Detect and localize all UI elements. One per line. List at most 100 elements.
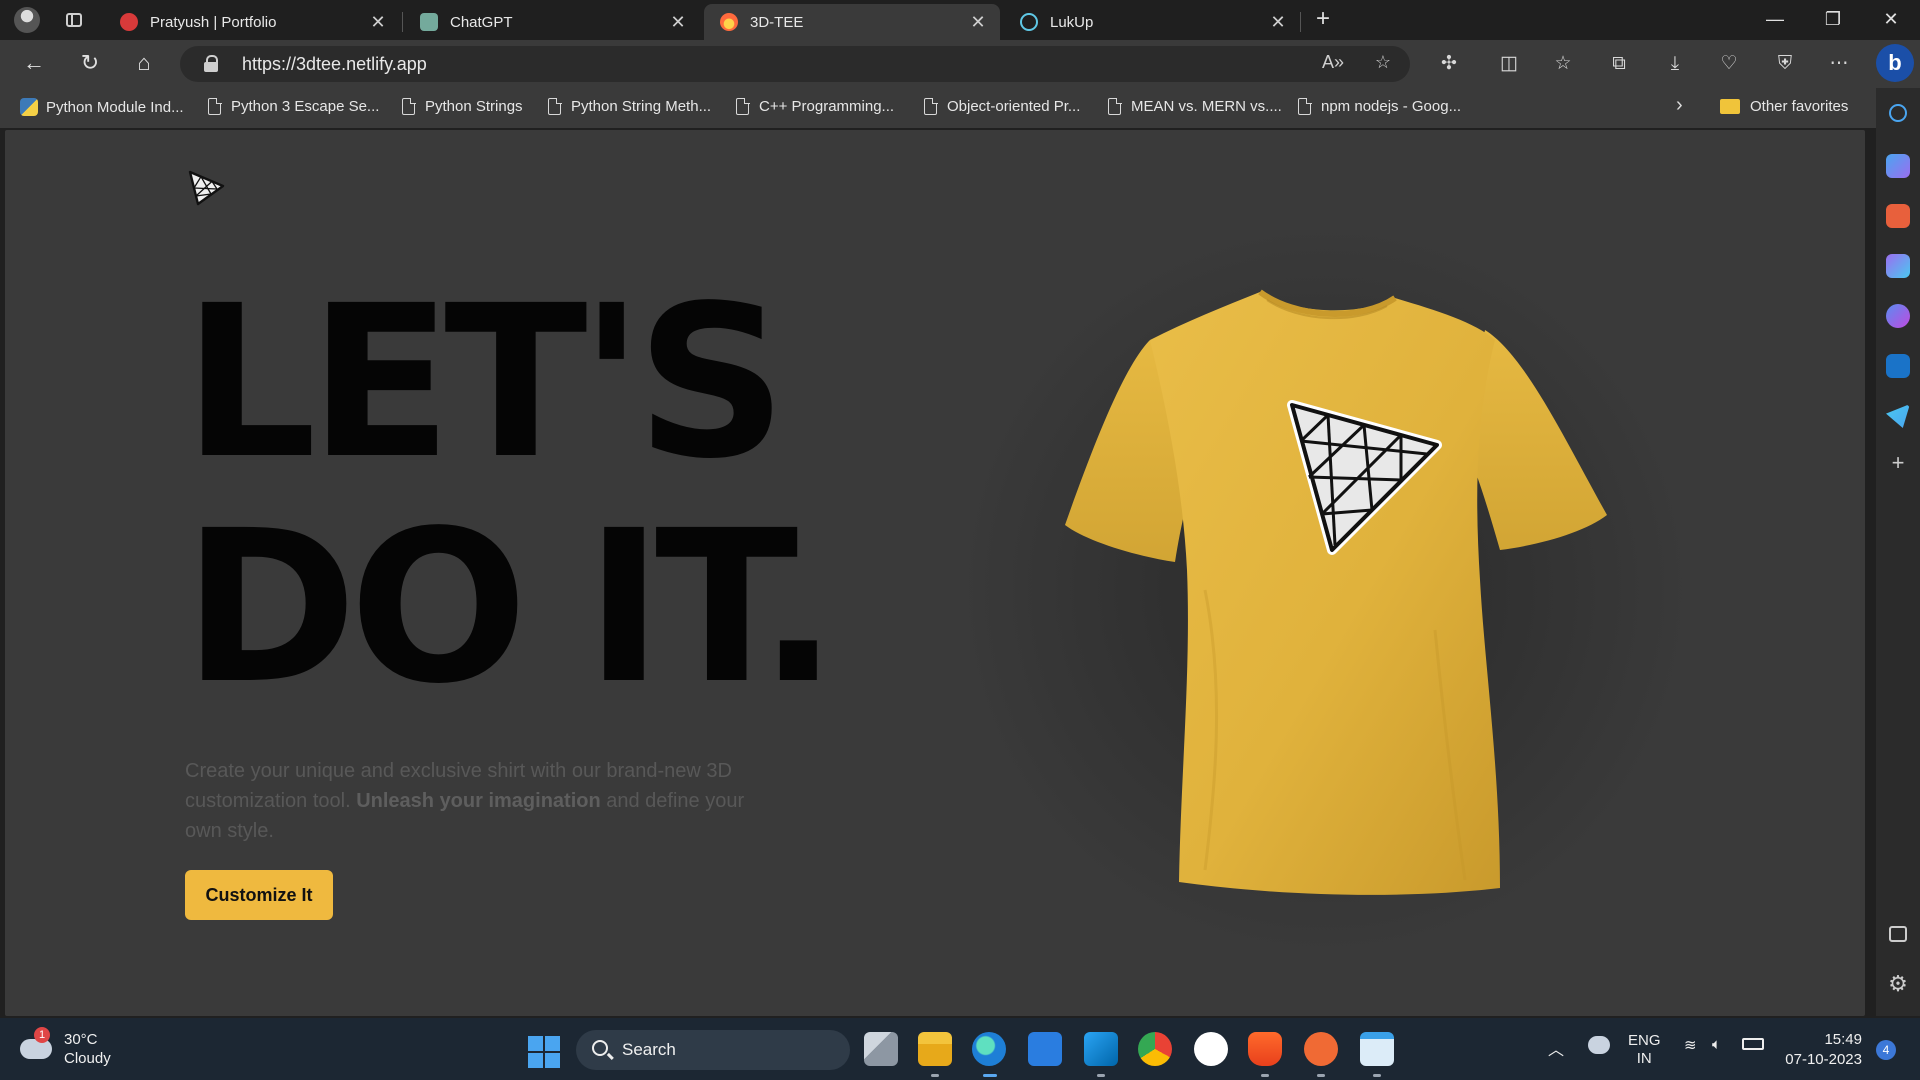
restore-button[interactable]: ❐ <box>1810 0 1856 40</box>
favorite-label: MEAN vs. MERN vs.... <box>1131 98 1282 115</box>
wifi-icon[interactable]: ≋ <box>1684 1036 1697 1054</box>
favorite-link[interactable]: Object-oriented Pr... <box>924 97 1081 115</box>
split-screen-icon[interactable]: ◫ <box>1494 50 1524 78</box>
minimize-button[interactable]: — <box>1752 0 1798 40</box>
favorite-label: Python String Meth... <box>571 98 712 115</box>
cloudy-weather-icon: 1 <box>20 1027 52 1059</box>
close-tab-icon[interactable]: ✕ <box>668 12 688 33</box>
close-tab-icon[interactable]: ✕ <box>368 12 388 33</box>
tools-icon[interactable] <box>1886 204 1910 228</box>
home-button[interactable]: ⌂ <box>126 48 162 80</box>
battery-icon[interactable] <box>1742 1038 1764 1050</box>
chatgpt-favicon-icon <box>420 13 438 31</box>
other-favorites-folder[interactable]: Other favorites <box>1720 98 1848 115</box>
portfolio-favicon-icon <box>120 13 138 31</box>
more-options-icon[interactable]: ⋯ <box>1824 50 1854 78</box>
settings-gear-icon[interactable]: ⚙ <box>1886 972 1910 996</box>
page-icon <box>1298 97 1312 115</box>
extensions-icon[interactable]: ✣ <box>1434 50 1464 78</box>
page-icon <box>208 97 222 115</box>
favorites-icon[interactable]: ☆ <box>1548 50 1578 78</box>
folder-icon <box>1720 99 1740 114</box>
favorite-link[interactable]: Python Strings <box>402 97 523 115</box>
browser-essentials-icon[interactable]: ⛨ <box>1770 50 1800 78</box>
tab-lukup[interactable]: LukUp ✕ <box>1004 4 1300 40</box>
profile-button[interactable] <box>10 4 44 36</box>
task-view-icon[interactable] <box>864 1032 898 1066</box>
url-text[interactable]: https://3dtee.netlify.app <box>242 54 427 75</box>
notepad-icon[interactable] <box>1360 1032 1394 1066</box>
weather-condition: Cloudy <box>64 1050 111 1067</box>
more-favorites-chevron-icon[interactable]: › <box>1676 94 1683 117</box>
favorite-label: Python 3 Escape Se... <box>231 98 380 115</box>
tab-chatgpt[interactable]: ChatGPT ✕ <box>404 4 700 40</box>
lock-icon[interactable] <box>204 55 218 73</box>
clock[interactable]: 15:49 07-10-2023 <box>1782 1030 1862 1070</box>
file-explorer-icon[interactable] <box>918 1032 952 1066</box>
mail-icon[interactable] <box>1028 1032 1062 1066</box>
drop-icon[interactable] <box>1886 404 1910 428</box>
add-sidebar-app-icon[interactable]: + <box>1886 452 1910 476</box>
performance-icon[interactable]: ♡ <box>1714 50 1744 78</box>
back-button[interactable]: ← <box>16 48 52 80</box>
brave-browser-icon[interactable] <box>1248 1032 1282 1066</box>
vs-code-icon[interactable] <box>1084 1032 1118 1066</box>
tab-title: Pratyush | Portfolio <box>150 13 277 31</box>
python-icon <box>20 98 38 116</box>
edge-browser-icon[interactable] <box>972 1032 1006 1066</box>
running-indicator <box>1097 1074 1105 1077</box>
tshirt-3d-model[interactable] <box>1055 270 1615 900</box>
search-label: Search <box>622 1040 676 1059</box>
start-button[interactable] <box>528 1036 560 1068</box>
close-tab-icon[interactable]: ✕ <box>1268 12 1288 33</box>
region-code: IN <box>1636 1050 1652 1067</box>
games-icon[interactable] <box>1886 254 1910 278</box>
favorite-star-icon[interactable]: ☆ <box>1370 52 1396 76</box>
taskbar-search[interactable]: Search <box>576 1030 850 1070</box>
react-favicon-icon <box>1020 13 1038 31</box>
onedrive-error-icon[interactable] <box>1588 1036 1610 1054</box>
new-tab-button[interactable]: + <box>1308 6 1338 34</box>
customize-it-button[interactable]: Customize It <box>185 870 333 920</box>
notification-badge[interactable]: 4 <box>1876 1040 1896 1060</box>
hide-sidebar-icon[interactable] <box>1889 926 1907 942</box>
tab-actions-button[interactable] <box>60 8 88 32</box>
headline-line-1: LET'S <box>183 260 787 505</box>
favorite-link[interactable]: C++ Programming... <box>736 97 894 115</box>
show-hidden-icons-chevron-icon[interactable]: ︿ <box>1548 1036 1564 1060</box>
other-favorites-label: Other favorites <box>1750 98 1849 115</box>
volume-icon[interactable]: 🔈︎ <box>1712 1036 1721 1053</box>
refresh-button[interactable]: ↻ <box>72 48 108 80</box>
running-indicator <box>1261 1074 1269 1077</box>
whatsapp-icon[interactable] <box>1194 1032 1228 1066</box>
hero-headline: LET'S DO IT. <box>183 260 838 720</box>
address-bar[interactable]: https://3dtee.netlify.app A» ☆ <box>180 46 1410 82</box>
favorite-link[interactable]: Python String Meth... <box>548 97 712 115</box>
weather-widget[interactable]: 1 30°C Cloudy <box>20 1027 111 1068</box>
collections-icon[interactable]: ⧉ <box>1604 50 1634 78</box>
close-window-button[interactable]: ✕ <box>1868 0 1914 40</box>
downloads-icon[interactable]: ⤓ <box>1660 50 1690 78</box>
bing-copilot-icon[interactable]: b <box>1876 44 1914 82</box>
3dtee-logo-icon <box>188 170 225 206</box>
tab-portfolio[interactable]: Pratyush | Portfolio ✕ <box>104 4 400 40</box>
close-tab-icon[interactable]: ✕ <box>968 12 988 33</box>
shopping-icon[interactable] <box>1886 154 1910 178</box>
search-icon[interactable] <box>1889 104 1907 122</box>
tab-3d-tee[interactable]: 3D-TEE ✕ <box>704 4 1000 40</box>
edge-sidebar: + ⚙ <box>1876 88 1920 1016</box>
page-icon <box>924 97 938 115</box>
tab-strip: Pratyush | Portfolio ✕ ChatGPT ✕ 3D-TEE … <box>0 0 1920 40</box>
tab-title: ChatGPT <box>450 13 513 31</box>
outlook-icon[interactable] <box>1886 354 1910 378</box>
favorite-label: Object-oriented Pr... <box>947 98 1081 115</box>
chrome-icon[interactable] <box>1138 1032 1172 1066</box>
favorite-link[interactable]: Python Module Ind... <box>20 98 184 116</box>
postman-icon[interactable] <box>1304 1032 1338 1066</box>
microsoft-365-icon[interactable] <box>1886 304 1910 328</box>
favorite-link[interactable]: Python 3 Escape Se... <box>208 97 380 115</box>
favorite-link[interactable]: MEAN vs. MERN vs.... <box>1108 97 1282 115</box>
favorite-link[interactable]: npm nodejs - Goog... <box>1298 97 1461 115</box>
read-aloud-icon[interactable]: A» <box>1320 52 1346 76</box>
language-indicator[interactable]: ENG IN <box>1628 1032 1661 1068</box>
